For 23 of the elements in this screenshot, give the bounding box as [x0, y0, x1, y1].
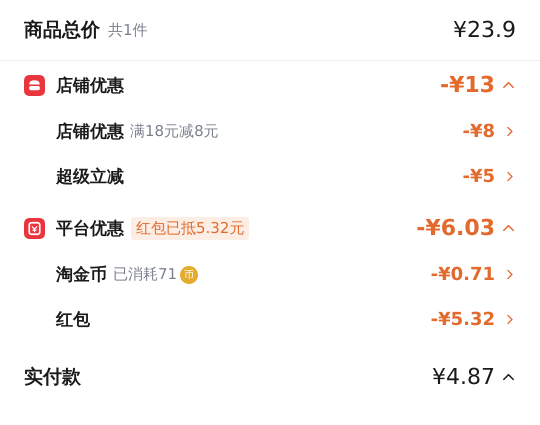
discount-amount: -¥6.03 — [416, 216, 495, 240]
store-icon — [24, 74, 45, 96]
item-count: 共1件 — [108, 20, 148, 40]
discount-amount: -¥13 — [440, 72, 495, 98]
discount-note: 已消耗71 — [113, 265, 178, 284]
discount-amount: -¥0.71 — [430, 264, 495, 285]
discount-label: 淘金币 — [56, 264, 107, 286]
discount-label: 超级立减 — [56, 166, 124, 188]
section-title: 店铺优惠 — [56, 74, 124, 96]
discount-note: 满18元减8元 — [130, 122, 219, 141]
discount-tag: 红包已抵5.32元 — [131, 216, 250, 240]
section-title: 平台优惠 — [56, 218, 124, 240]
total-amount: ¥4.87 — [432, 364, 495, 390]
coin-icon: 币 — [180, 266, 198, 284]
discount-label: 红包 — [56, 309, 90, 331]
subtotal-amount: ¥23.9 — [453, 18, 516, 42]
discount-label: 店铺优惠 — [56, 121, 124, 143]
total-label: 实付款 — [24, 365, 81, 390]
subtotal-label: 商品总价 — [24, 18, 100, 43]
discount-amount: -¥5 — [462, 166, 495, 187]
envelope-icon — [24, 218, 45, 238]
discount-amount: -¥8 — [462, 121, 495, 142]
discount-amount: -¥5.32 — [430, 309, 495, 330]
